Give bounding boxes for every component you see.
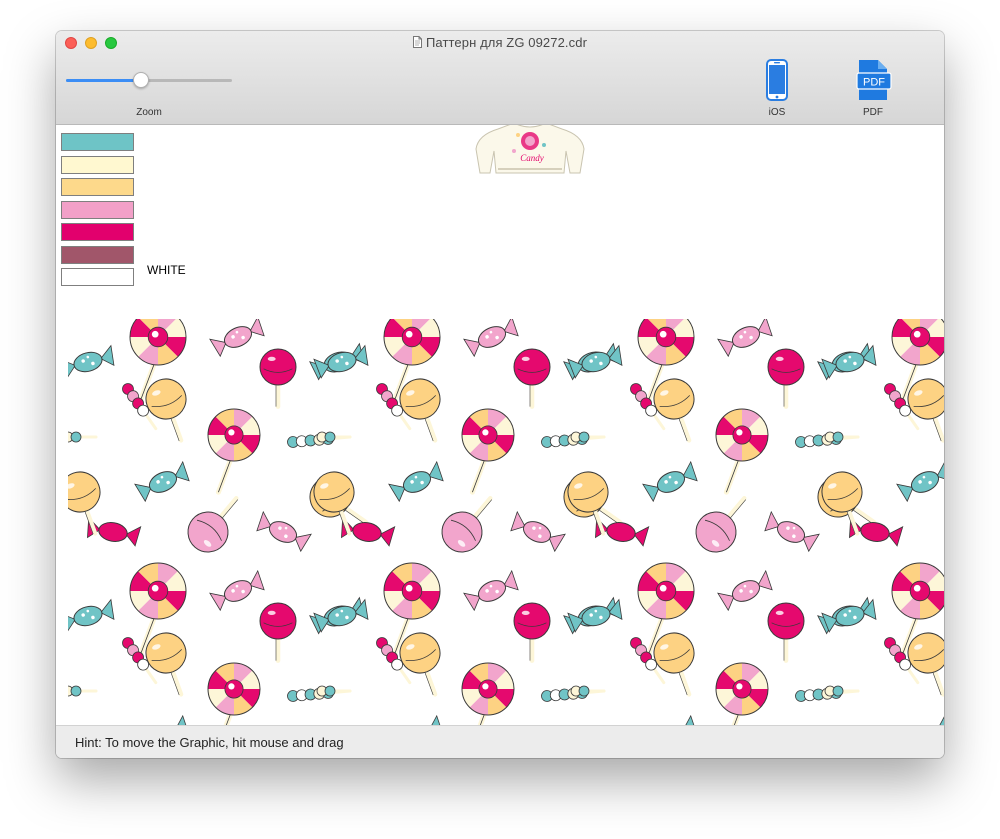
stick-candy (68, 431, 98, 443)
pink-wrapped-candy (463, 319, 519, 358)
color-swatch[interactable] (61, 155, 134, 174)
pink-lollipop (942, 485, 944, 560)
swirl-lollipop (207, 408, 261, 495)
teal-dotted-candy (428, 714, 444, 725)
color-swatch[interactable] (61, 245, 134, 264)
color-swatch[interactable] (61, 200, 134, 219)
teal-dotted-candy (682, 714, 698, 725)
teal-dotted-candy (821, 598, 877, 633)
pdf-file-icon: PDF (850, 60, 896, 105)
pink-lollipop (513, 602, 551, 663)
iphone-icon (766, 59, 788, 105)
yellow-lollipop (399, 378, 441, 443)
pink-lollipop (767, 348, 805, 409)
swirl-lollipop (461, 408, 515, 495)
pink-lollipop (259, 602, 297, 663)
teal-dotted-candy (567, 598, 623, 633)
graphic-canvas[interactable]: WHITE Candy (56, 125, 944, 725)
teal-dotted-candy (388, 460, 444, 503)
zoom-slider[interactable] (66, 72, 232, 88)
document-icon (412, 36, 422, 51)
stick-candy (570, 685, 606, 697)
hint-text: Hint: To move the Graphic, hit mouse and… (75, 735, 344, 750)
pink-lollipop (259, 348, 297, 409)
pink-wrapped-candy (717, 569, 773, 612)
teal-dotted-candy (68, 344, 115, 379)
stick-candy (824, 431, 860, 443)
stick-candy (316, 431, 352, 443)
stick-candy (570, 431, 606, 443)
color-swatch[interactable] (61, 133, 134, 151)
teal-dotted-candy (896, 460, 944, 503)
zoom-label: Zoom (136, 107, 162, 118)
zoom-slider-knob[interactable] (132, 72, 149, 88)
pink-lollipop (441, 496, 493, 553)
pink-wrapped-candy (717, 319, 773, 358)
pink-wrapped-candy (209, 319, 265, 358)
candy-pattern (68, 319, 944, 725)
zoom-slider-fill (66, 79, 141, 82)
yellow-lollipop (399, 632, 441, 697)
pink-lollipop (767, 602, 805, 663)
pink-wrapped-candy (256, 510, 312, 553)
color-swatch[interactable] (61, 268, 134, 286)
sweater-print-text: Candy (520, 153, 544, 163)
teal-dotted-candy (567, 344, 623, 379)
pdf-icon-text: PDF (863, 77, 885, 89)
ios-label: iOS (768, 107, 786, 118)
teal-dotted-candy (936, 714, 944, 725)
teal-dotted-candy (174, 714, 190, 725)
yellow-lollipop (653, 632, 695, 697)
teal-dotted-candy (313, 344, 369, 379)
pink-wrapped-candy (510, 510, 566, 553)
status-bar: Hint: To move the Graphic, hit mouse and… (56, 725, 944, 758)
window-title-text: Паттерн для ZG 09272.cdr (425, 35, 587, 50)
teal-dotted-candy (134, 460, 190, 503)
pdf-label: PDF (863, 107, 883, 118)
pink-wrapped-candy (209, 569, 265, 612)
app-window: Паттерн для ZG 09272.cdr Zoom iOS PDF PD… (56, 31, 944, 758)
ios-export-button[interactable]: iOS (747, 59, 807, 118)
titlebar: Паттерн для ZG 09272.cdr Zoom iOS PDF PD… (56, 31, 944, 125)
pink-lollipop (695, 496, 747, 553)
swirl-lollipop (715, 408, 769, 495)
teal-dotted-candy (642, 460, 698, 503)
stick-candy (316, 685, 352, 697)
pink-lollipop (187, 496, 239, 553)
stick-candy (824, 685, 860, 697)
teal-dotted-candy (313, 598, 369, 633)
pink-lollipop (513, 348, 551, 409)
color-swatch[interactable] (61, 223, 134, 241)
teal-dotted-candy (821, 344, 877, 379)
color-swatch[interactable] (61, 178, 134, 196)
yellow-lollipop (145, 378, 187, 443)
stick-candy (68, 685, 98, 697)
pdf-export-button[interactable]: PDF PDF (843, 59, 903, 118)
swirl-lollipop (715, 662, 769, 725)
swirl-lollipop (461, 662, 515, 725)
yellow-lollipop (145, 632, 187, 697)
window-title: Паттерн для ZG 09272.cdr (56, 35, 944, 51)
sweater-preview: Candy (474, 125, 586, 182)
white-swatch-label: WHITE (147, 263, 186, 277)
swirl-lollipop (207, 662, 261, 725)
pink-wrapped-candy (764, 510, 820, 553)
pink-wrapped-candy (463, 569, 519, 612)
teal-dotted-candy (68, 598, 115, 633)
yellow-lollipop (653, 378, 695, 443)
